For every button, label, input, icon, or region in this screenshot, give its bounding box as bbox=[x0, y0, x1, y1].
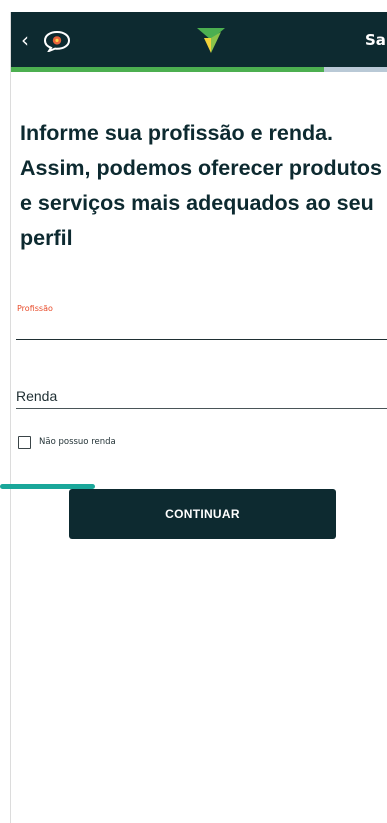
chevron-left-icon[interactable]: ‹ bbox=[15, 25, 35, 55]
progress-bar bbox=[11, 67, 387, 72]
progress-fill bbox=[11, 67, 324, 72]
exit-button[interactable]: Sai bbox=[365, 28, 387, 52]
no-income-option[interactable]: Não possuo renda bbox=[18, 435, 116, 449]
profession-input[interactable] bbox=[16, 317, 387, 340]
no-income-checkbox[interactable] bbox=[18, 435, 31, 449]
no-income-label: Não possuo renda bbox=[39, 437, 116, 447]
top-bar: ‹ Sai bbox=[11, 12, 387, 67]
app-screen: ‹ Sai Informe sua profissão e renda. Ass… bbox=[10, 12, 387, 823]
pointer-indicator bbox=[0, 484, 95, 489]
screen: ‹ Sai Informe sua profissão e renda. Ass… bbox=[0, 0, 387, 823]
chat-bubble-icon[interactable] bbox=[43, 30, 71, 52]
page-title: Informe sua profissão e renda. Assim, po… bbox=[20, 121, 382, 250]
profession-label: Profissão bbox=[17, 304, 53, 313]
continue-button[interactable]: CONTINUAR bbox=[69, 489, 336, 539]
income-input[interactable] bbox=[16, 384, 387, 409]
bank-logo-icon bbox=[197, 28, 225, 53]
